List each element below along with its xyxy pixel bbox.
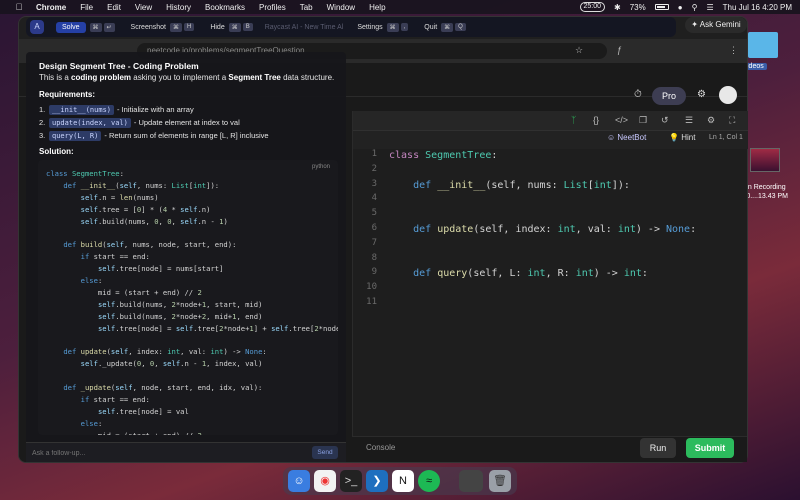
editor-toolbar: ᛉ {} </> ❐ ↺ ☰ ⚙ ⛶ bbox=[353, 111, 748, 131]
solution-code-block[interactable]: python class SegmentTree: def __init__(s… bbox=[38, 160, 338, 435]
menu-history[interactable]: History bbox=[166, 3, 191, 12]
menu-file[interactable]: File bbox=[80, 3, 93, 12]
avatar[interactable] bbox=[719, 86, 737, 104]
console-toggle[interactable]: Console bbox=[366, 443, 395, 452]
desktop-recording-thumbnail[interactable] bbox=[750, 148, 780, 172]
menu-app-name[interactable]: Chrome bbox=[36, 3, 66, 12]
bluetooth-icon[interactable]: ✱ bbox=[614, 3, 621, 12]
branch-icon[interactable]: ᛉ bbox=[571, 115, 576, 125]
spotify-icon[interactable]: ≈ bbox=[418, 470, 440, 492]
list-item: 2. update(index, val) - Update element at … bbox=[39, 117, 240, 128]
followup-bar: Send bbox=[26, 442, 346, 462]
shortcut-cmd-key: ⌘ bbox=[386, 22, 399, 32]
shortcut-cmd-key: ⌘ bbox=[89, 22, 102, 32]
send-button[interactable]: Send bbox=[312, 446, 338, 459]
dock: ☺ ◉ >_ ❯ N ≈ 🗑 bbox=[283, 467, 517, 495]
quit-button[interactable]: Quit bbox=[424, 24, 437, 31]
braces-icon[interactable]: {} bbox=[593, 115, 599, 125]
hint-button[interactable]: 💡 Hint bbox=[669, 133, 695, 142]
menu-tab[interactable]: Tab bbox=[300, 3, 313, 12]
recent-window-icon[interactable] bbox=[459, 470, 483, 492]
desktop-recording-label: en Recording -0....13.43 PM bbox=[744, 184, 788, 200]
vscode-icon[interactable]: ❯ bbox=[366, 470, 388, 492]
shortcut-b-key: B bbox=[242, 23, 253, 31]
assistant-logo-icon: A bbox=[30, 20, 44, 34]
browser-menu-icon[interactable]: ⋮ bbox=[729, 45, 738, 56]
list-item: 3. query(L, R) - Return sum of elements in… bbox=[39, 130, 269, 141]
menu-bookmarks[interactable]: Bookmarks bbox=[205, 3, 245, 12]
menu-help[interactable]: Help bbox=[369, 3, 385, 12]
menu-edit[interactable]: Edit bbox=[107, 3, 121, 12]
solve-button[interactable]: Solve bbox=[56, 21, 86, 33]
battery-percent: 73% bbox=[629, 2, 646, 12]
followup-input[interactable] bbox=[32, 446, 292, 460]
neetbot-button[interactable]: ☺ NeetBot bbox=[607, 133, 646, 142]
shortcut-cmd-key: ⌘ bbox=[169, 22, 182, 32]
ask-gemini-button[interactable]: ✦ Ask Gemini bbox=[685, 17, 747, 33]
settings-gear-icon[interactable]: ⚙ bbox=[697, 89, 706, 100]
code-icon[interactable]: </> bbox=[615, 115, 628, 125]
search-icon[interactable]: ⚲ bbox=[692, 3, 698, 12]
editor-code[interactable]: class SegmentTree: def __init__(self, nu… bbox=[389, 149, 744, 312]
pro-button[interactable]: Pro bbox=[652, 87, 686, 105]
notion-icon[interactable]: N bbox=[392, 470, 414, 492]
solution-code: class SegmentTree: def __init__(self, nu… bbox=[46, 169, 338, 435]
desktop-folder-icon[interactable] bbox=[748, 32, 778, 58]
reset-icon[interactable]: ↺ bbox=[661, 115, 669, 126]
editor-settings-icon[interactable]: ⚙ bbox=[707, 115, 715, 126]
trash-icon[interactable]: 🗑 bbox=[489, 470, 511, 492]
requirements-heading: Requirements: bbox=[39, 90, 96, 99]
shortcut-cmd-key: ⌘ bbox=[441, 22, 454, 32]
fullscreen-icon[interactable]: ⛶ bbox=[729, 115, 735, 126]
wifi-icon[interactable]: ● bbox=[678, 3, 683, 12]
datetime[interactable]: Thu Jul 16 4:20 PM bbox=[723, 3, 792, 12]
panel-title: Design Segment Tree - Coding Problem bbox=[39, 61, 199, 71]
battery-icon[interactable] bbox=[654, 4, 669, 10]
shortcut-cmd-key: ⌘ bbox=[228, 22, 241, 32]
shortcut-h-key: H bbox=[183, 23, 195, 31]
menu-profiles[interactable]: Profiles bbox=[259, 3, 286, 12]
menu-view[interactable]: View bbox=[135, 3, 152, 12]
terminal-icon[interactable]: >_ bbox=[340, 470, 362, 492]
bookmark-star-icon[interactable]: ☆ bbox=[575, 45, 583, 56]
hide-button[interactable]: Hide bbox=[210, 24, 224, 31]
solution-heading: Solution: bbox=[39, 147, 74, 156]
lines-icon[interactable]: ☰ bbox=[685, 115, 693, 126]
finder-icon[interactable]: ☺ bbox=[288, 470, 310, 492]
shortcut-enter-key: ↵ bbox=[103, 22, 115, 32]
apple-icon[interactable]:  bbox=[12, 2, 26, 12]
menu-window[interactable]: Window bbox=[327, 3, 355, 12]
assistant-solution-panel: Design Segment Tree - Coding Problem Thi… bbox=[26, 52, 346, 462]
pomodoro-timer[interactable]: 25:00 bbox=[579, 2, 606, 12]
submit-button[interactable]: Submit bbox=[686, 438, 734, 458]
code-editor[interactable]: ᛉ {} </> ❐ ↺ ☰ ⚙ ⛶ ☺ NeetBot 💡 Hint Ln 1… bbox=[352, 111, 748, 436]
chrome-icon[interactable]: ◉ bbox=[314, 470, 336, 492]
control-center-icon[interactable]: ☰ bbox=[706, 3, 713, 12]
run-button[interactable]: Run bbox=[640, 438, 676, 458]
shortcut-comma-key: , bbox=[400, 23, 409, 31]
screenshot-button[interactable]: Screenshot bbox=[131, 24, 166, 31]
copy-icon[interactable]: ❐ bbox=[639, 115, 647, 126]
assistant-toolbar: A Solve ⌘ ↵ Screenshot ⌘ H Hide ⌘ B Rayc… bbox=[26, 17, 676, 37]
background-tab-title: Raycast AI - New Time Al bbox=[264, 23, 344, 31]
menu-bar:  Chrome File Edit View History Bookmark… bbox=[0, 0, 800, 14]
settings-button[interactable]: Settings bbox=[357, 24, 382, 31]
panel-description: This is a coding problem asking you to i… bbox=[39, 73, 335, 82]
list-item: 1. __init__(nums) - Initialize with an arr… bbox=[39, 104, 194, 115]
timer-icon[interactable]: ⏱ bbox=[634, 89, 642, 100]
line-number-gutter: 1 2 3 4 5 6 7 8 9 10 11 bbox=[366, 149, 377, 307]
shortcut-q-key: Q bbox=[455, 23, 466, 31]
requirements-list: 1. __init__(nums) - Initialize with an arr… bbox=[39, 103, 339, 142]
extension-icon[interactable]: ƒ bbox=[617, 45, 622, 55]
cursor-position: Ln 1, Col 1 bbox=[709, 134, 743, 141]
